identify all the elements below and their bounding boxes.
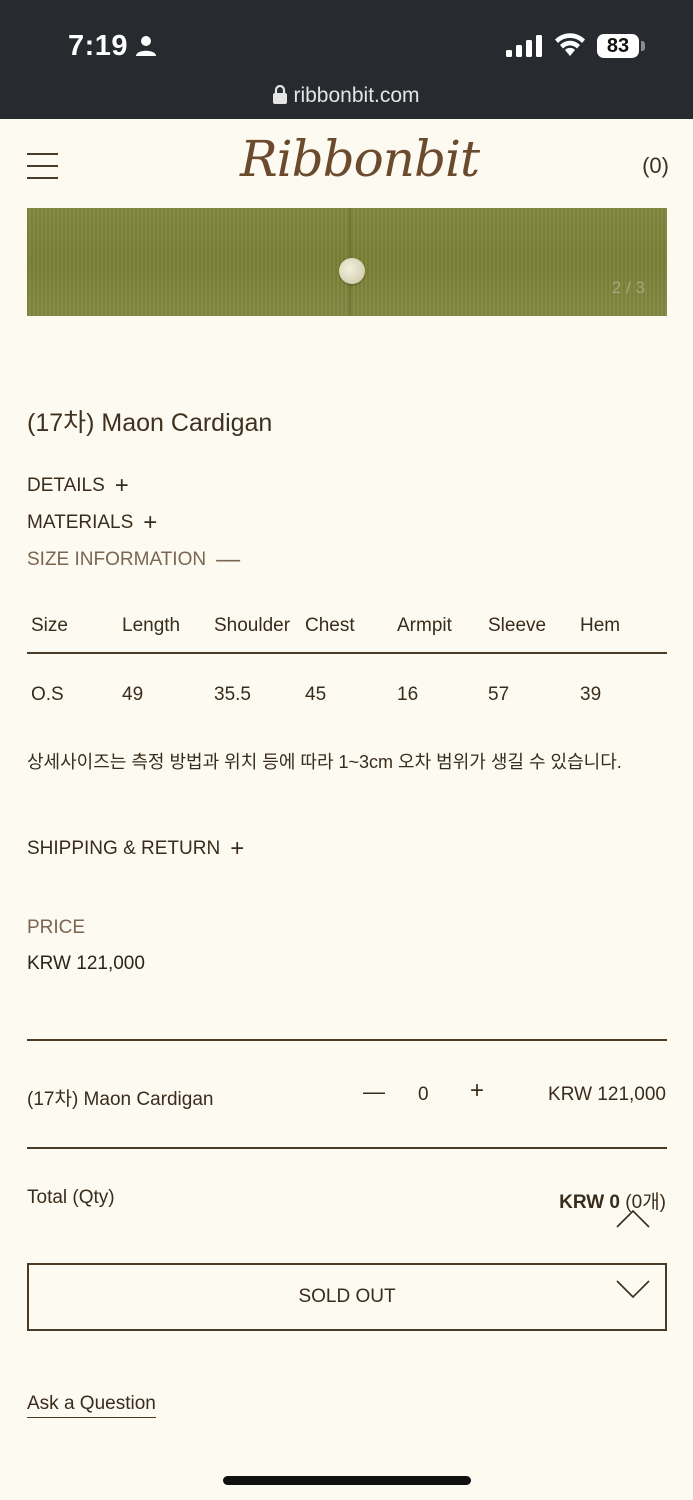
column-header: Size [27,600,118,654]
sold-out-button[interactable]: SOLD OUT [27,1263,667,1331]
column-header: Chest [301,600,393,654]
table-cell: 35.5 [214,684,251,705]
ask-a-question-link[interactable]: Ask a Question [27,1393,156,1418]
site-logo[interactable]: Ribbonbit [240,130,480,188]
accordion-details[interactable]: DETAILS + [27,472,129,500]
table-cell: 39 [580,684,602,705]
option-price: KRW 121,000 [548,1084,666,1105]
column-header: Hem [576,600,667,654]
table-cell: O.S [31,684,64,705]
accordion-materials[interactable]: MATERIALS + [27,509,157,537]
option-name: (17차) Maon Cardigan [27,1089,214,1110]
battery-indicator: 83 [597,34,639,58]
table-cell: 16 [397,684,419,705]
table-cell: 57 [488,684,510,705]
price-label: PRICE [27,917,86,938]
minus-icon: — [216,546,241,573]
accordion-label: DETAILS [27,475,105,496]
status-bar: 7:19 83 ribbonbit.com [0,0,693,119]
column-header: Armpit [393,600,484,654]
address-bar[interactable]: ribbonbit.com [0,84,693,108]
plus-icon: + [143,509,158,536]
url-text: ribbonbit.com [293,84,420,107]
person-icon [136,36,156,56]
total-amount: KRW 0 [559,1192,621,1213]
total-label: Total (Qty) [27,1187,115,1208]
plus-icon: + [230,835,245,862]
divider [27,1039,667,1041]
hamburger-menu-icon[interactable] [27,153,59,179]
cart-count[interactable]: (0) [642,153,669,179]
accordion-label: MATERIALS [27,512,134,533]
chevron-down-icon[interactable] [616,1280,650,1298]
clock: 7:19 [68,30,129,62]
plus-icon: + [114,472,129,499]
cellular-signal-icon [506,35,542,57]
lock-icon [273,85,288,104]
accordion-label: SHIPPING & RETURN [27,838,221,859]
quantity-increase-button[interactable]: + [470,1077,484,1105]
wifi-icon [555,33,585,56]
accordion-size-information[interactable]: SIZE INFORMATION — [27,546,240,574]
quantity-value[interactable]: 0 [418,1084,429,1106]
column-header: Shoulder [210,600,301,654]
product-title: (17차) Maon Cardigan [27,409,273,437]
accordion-shipping-return[interactable]: SHIPPING & RETURN + [27,835,244,863]
home-indicator[interactable] [223,1476,471,1485]
product-image[interactable]: 2 / 3 [27,208,667,316]
table-cell: 45 [305,684,327,705]
size-note: 상세사이즈는 측정 방법과 위치 등에 따라 1~3cm 오차 범위가 생길 수… [27,752,622,772]
table-row: O.S 49 35.5 45 16 57 39 [27,653,667,736]
column-header: Sleeve [484,600,576,654]
table-cell: 49 [122,684,144,705]
size-table: Size Length Shoulder Chest Armpit Sleeve… [27,600,667,736]
chevron-up-icon[interactable] [616,1210,650,1228]
size-table-header: Size Length Shoulder Chest Armpit Sleeve… [27,600,667,654]
price-value: KRW 121,000 [27,953,145,974]
battery-tip [641,41,645,51]
divider [27,1147,667,1149]
column-header: Length [118,600,210,654]
slide-counter: 2 / 3 [611,278,645,297]
accordion-label: SIZE INFORMATION [27,549,207,570]
quantity-decrease-button[interactable]: — [363,1079,385,1105]
cardigan-button [339,258,365,284]
